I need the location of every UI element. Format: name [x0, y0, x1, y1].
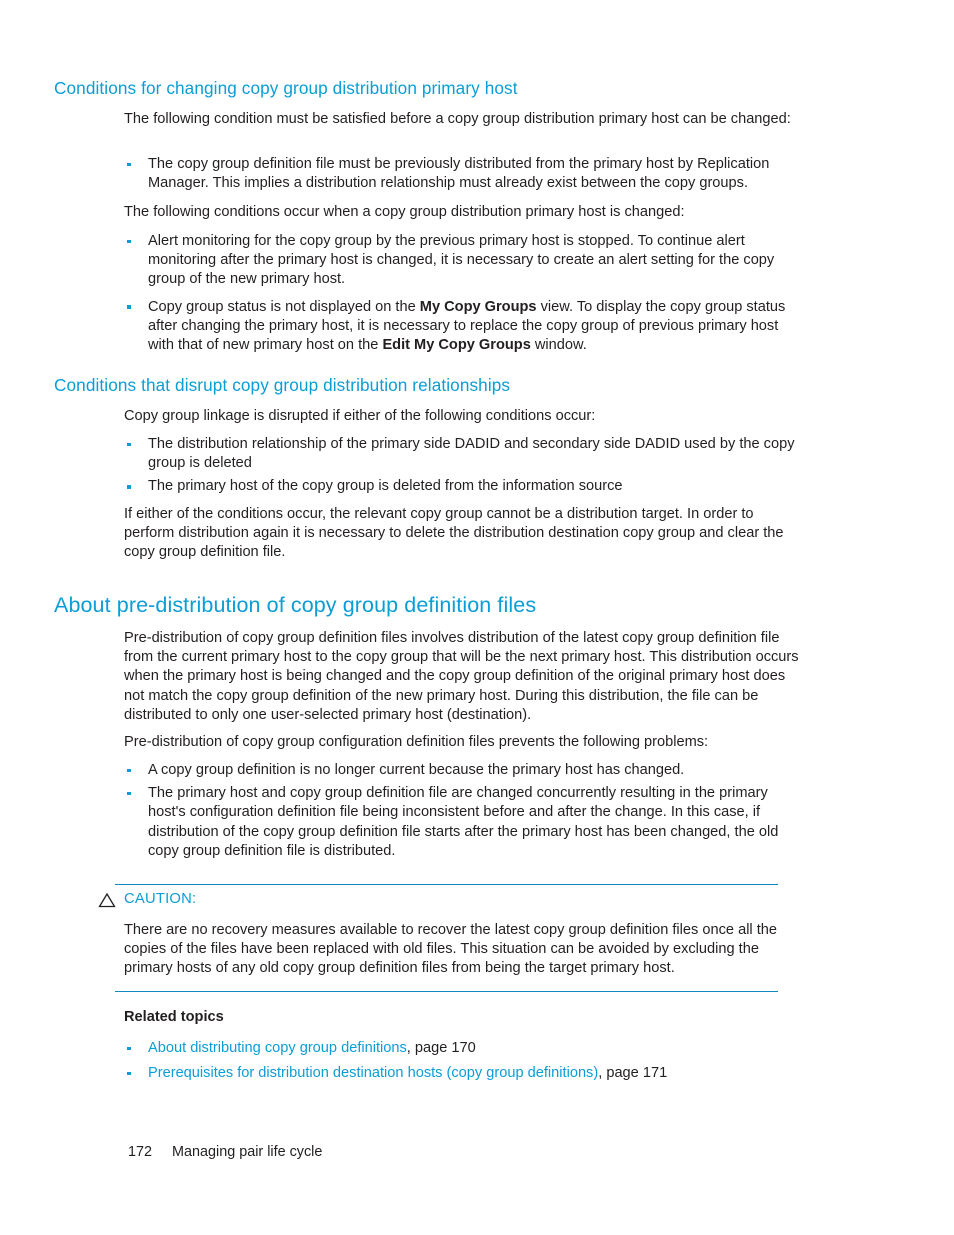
- list-item: The copy group definition file must be p…: [124, 155, 801, 193]
- bullet-marker-icon: [127, 1071, 131, 1076]
- bullet-marker-icon: [127, 791, 131, 796]
- list-item-text: A copy group definition is no longer cur…: [148, 762, 685, 778]
- list-item-text: The copy group definition file must be p…: [148, 156, 770, 192]
- page-footer: 172 Managing pair life cycle: [128, 1144, 322, 1160]
- related-topic-link[interactable]: Prerequisites for distribution destinati…: [148, 1065, 598, 1081]
- footer-page-number: 172: [128, 1144, 153, 1160]
- paragraph-distribution-target: If either of the conditions occur, the r…: [124, 506, 784, 561]
- list-item-text: Alert monitoring for the copy group by t…: [148, 233, 775, 288]
- related-topics-title: Related topics: [124, 1009, 224, 1025]
- section-heading-conditions-that-disrupt: Conditions that disrupt copy group distr…: [54, 375, 511, 395]
- paragraph-linkage-disrupted: Copy group linkage is disrupted if eithe…: [124, 408, 596, 424]
- bullet-marker-icon: [127, 239, 131, 244]
- list-item: Alert monitoring for the copy group by t…: [124, 232, 801, 290]
- related-topic-link[interactable]: About distributing copy group definition…: [148, 1040, 407, 1056]
- list-item: The distribution relationship of the pri…: [124, 435, 801, 473]
- bullet-marker-icon: [127, 305, 131, 309]
- list-item: The primary host and copy group definiti…: [124, 784, 801, 861]
- list-item-text: The primary host of the copy group is de…: [148, 478, 623, 495]
- related-topics-list: About distributing copy group definition…: [124, 1036, 801, 1086]
- section-heading-about-pre-distribution: About pre-distribution of copy group def…: [54, 593, 537, 617]
- bullet-marker-icon: [127, 162, 131, 167]
- list-item-text: Copy group status is not displayed on th…: [148, 298, 786, 354]
- paragraph-pre-distribution-overview: Pre-distribution of copy group definitio…: [124, 630, 799, 723]
- document-page: Conditions for changing copy group distr…: [0, 0, 954, 1235]
- list-item: About distributing copy group definition…: [124, 1036, 801, 1061]
- caution-top-rule: [115, 884, 778, 885]
- bullet-list-problems: A copy group definition is no longer cur…: [124, 761, 801, 861]
- related-topic-page: , page 170: [406, 1040, 476, 1056]
- caution-admonition: CAUTION: There are no recovery measures …: [98, 884, 790, 992]
- bullet-marker-icon: [127, 1046, 131, 1051]
- list-item-text: The distribution relationship of the pri…: [148, 436, 795, 472]
- bullet-list-disrupt: The distribution relationship of the pri…: [124, 435, 801, 497]
- related-topic-page: , page 171: [598, 1065, 668, 1081]
- warning-triangle-icon: [98, 892, 116, 908]
- bullet-list-conditions-1: The copy group definition file must be p…: [124, 155, 801, 193]
- list-item-text: The primary host and copy group definiti…: [148, 785, 779, 859]
- caution-header: CAUTION:: [98, 891, 790, 913]
- list-item: Prerequisites for distribution destinati…: [124, 1061, 801, 1086]
- footer-chapter-title: Managing pair life cycle: [172, 1144, 323, 1160]
- caution-label: CAUTION:: [124, 891, 197, 907]
- bullet-marker-icon: [127, 484, 131, 489]
- list-item: The primary host of the copy group is de…: [124, 477, 801, 496]
- paragraph-conditions-intro: The following condition must be satisfie…: [124, 111, 791, 127]
- bullet-marker-icon: [127, 442, 131, 447]
- caution-bottom-rule: [115, 990, 778, 992]
- list-item: A copy group definition is no longer cur…: [124, 761, 801, 780]
- section-heading-conditions-for-changing: Conditions for changing copy group distr…: [54, 78, 518, 98]
- paragraph-prevents-problems: Pre-distribution of copy group configura…: [124, 734, 709, 750]
- list-item: Copy group status is not displayed on th…: [124, 298, 801, 356]
- bullet-marker-icon: [127, 768, 131, 773]
- paragraph-conditions-occur: The following conditions occur when a co…: [124, 204, 685, 220]
- bullet-list-conditions-2: Alert monitoring for the copy group by t…: [124, 232, 801, 355]
- caution-body-text: There are no recovery measures available…: [124, 922, 778, 977]
